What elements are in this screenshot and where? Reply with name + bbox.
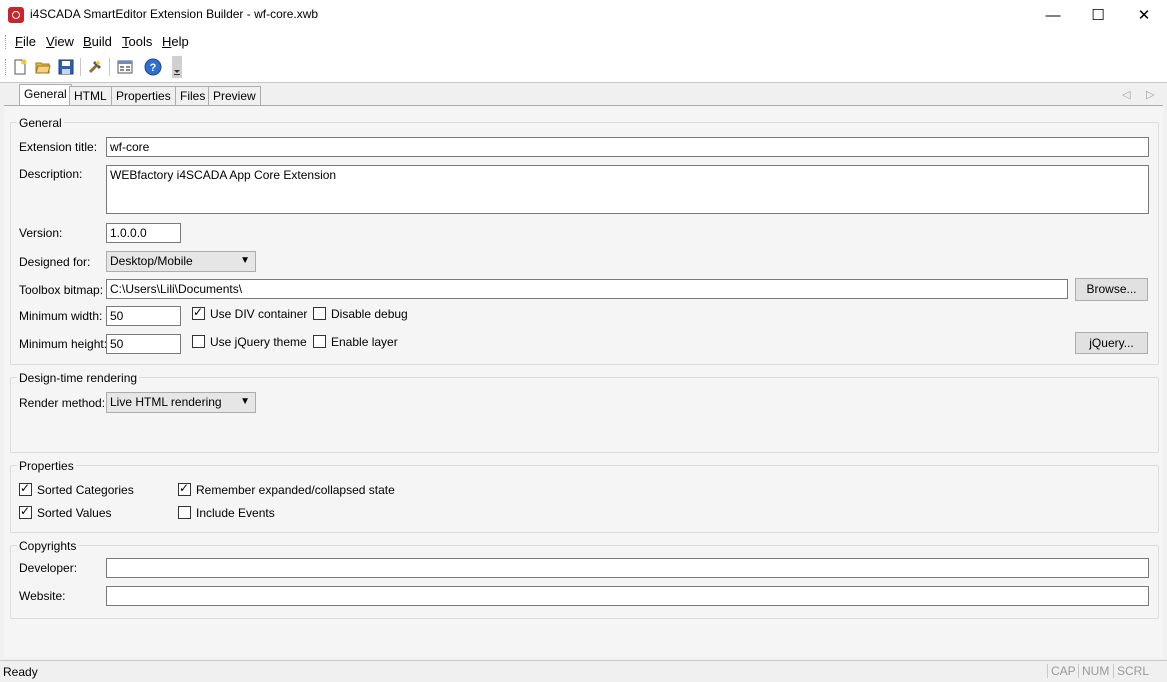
menu-tools[interactable]: Tools xyxy=(122,34,152,49)
design-time-group-title: Design-time rendering xyxy=(17,371,140,385)
overflow-icon[interactable] xyxy=(172,56,182,78)
status-text: Ready xyxy=(3,665,38,679)
extension-title-label: Extension title: xyxy=(19,140,98,154)
browse-button[interactable]: Browse... xyxy=(1075,278,1148,301)
enable-layer-checkbox[interactable] xyxy=(313,335,326,348)
remember-state-label: Remember expanded/collapsed state xyxy=(196,483,395,497)
tab-files[interactable]: Files xyxy=(175,86,211,105)
disable-debug-label: Disable debug xyxy=(331,307,408,321)
properties-group xyxy=(10,465,1159,533)
menu-grip xyxy=(5,35,8,49)
developer-label: Developer: xyxy=(19,561,78,575)
tab-scroll-left-icon[interactable]: ◁ xyxy=(1122,88,1130,101)
jquery-button[interactable]: jQuery... xyxy=(1075,332,1148,354)
new-file-icon[interactable] xyxy=(11,58,29,76)
designed-for-label: Designed for: xyxy=(19,255,91,269)
menu-file[interactable]: File xyxy=(15,34,36,49)
app-icon xyxy=(8,7,24,23)
extension-title-input[interactable] xyxy=(106,137,1149,157)
website-input[interactable] xyxy=(106,586,1149,606)
description-textarea[interactable]: WEBfactory i4SCADA App Core Extension xyxy=(106,165,1149,214)
menu-help[interactable]: Help xyxy=(162,34,189,49)
include-events-checkbox[interactable] xyxy=(178,506,191,519)
scrl-indicator: SCRL xyxy=(1113,664,1149,678)
help-icon[interactable]: ? xyxy=(144,58,162,76)
sorted-values-checkbox[interactable] xyxy=(19,504,32,519)
toolbar-grip xyxy=(5,59,8,75)
toolbar-separator xyxy=(109,58,110,76)
num-indicator: NUM xyxy=(1078,664,1109,678)
min-width-label: Minimum width: xyxy=(19,309,103,323)
designed-for-select[interactable]: Desktop/Mobile ▼ xyxy=(106,251,256,272)
toolbox-bitmap-label: Toolbox bitmap: xyxy=(19,283,104,297)
toolbox-bitmap-input[interactable] xyxy=(106,279,1068,299)
chevron-down-icon: ▼ xyxy=(240,396,250,407)
close-button[interactable]: ✕ xyxy=(1121,0,1167,30)
tab-properties[interactable]: Properties xyxy=(111,86,176,105)
use-jquery-theme-label: Use jQuery theme xyxy=(210,335,307,349)
enable-layer-label: Enable layer xyxy=(331,335,398,349)
remember-state-checkbox[interactable] xyxy=(178,481,191,496)
cap-indicator: CAP xyxy=(1047,664,1076,678)
menu-view[interactable]: View xyxy=(46,34,74,49)
minimize-button[interactable]: — xyxy=(1030,0,1076,30)
toolbar-separator xyxy=(80,58,81,76)
use-div-label: Use DIV container xyxy=(210,307,308,321)
sorted-values-label: Sorted Values xyxy=(37,506,112,520)
disable-debug-checkbox[interactable] xyxy=(313,307,326,320)
version-input[interactable] xyxy=(106,223,181,243)
use-jquery-theme-checkbox[interactable] xyxy=(192,335,205,348)
tab-scroll-right-icon[interactable]: ▷ xyxy=(1146,88,1154,101)
version-label: Version: xyxy=(19,226,63,240)
render-method-value: Live HTML rendering xyxy=(110,395,222,409)
window-title: i4SCADA SmartEditor Extension Builder - … xyxy=(30,7,319,21)
general-group-title: General xyxy=(17,116,64,130)
min-height-input[interactable] xyxy=(106,334,181,354)
use-div-checkbox[interactable] xyxy=(192,305,205,320)
chevron-down-icon: ▼ xyxy=(240,255,250,266)
open-folder-icon[interactable] xyxy=(34,58,52,76)
copyrights-group-title: Copyrights xyxy=(17,539,79,553)
svg-text:?: ? xyxy=(150,62,157,74)
description-label: Description: xyxy=(19,167,83,181)
tab-general[interactable]: General xyxy=(19,84,72,106)
designed-for-value: Desktop/Mobile xyxy=(110,254,193,268)
tab-html[interactable]: HTML xyxy=(69,86,112,105)
status-bar xyxy=(0,660,1167,682)
copyrights-group xyxy=(10,545,1159,619)
website-label: Website: xyxy=(19,589,66,603)
min-width-input[interactable] xyxy=(106,306,181,326)
properties-group-title: Properties xyxy=(17,459,76,473)
save-icon[interactable] xyxy=(57,58,75,76)
render-method-select[interactable]: Live HTML rendering ▼ xyxy=(106,392,256,413)
menu-build[interactable]: Build xyxy=(83,34,112,49)
sorted-categories-checkbox[interactable] xyxy=(19,481,32,496)
general-group xyxy=(10,122,1159,365)
include-events-label: Include Events xyxy=(196,506,275,520)
developer-input[interactable] xyxy=(106,558,1149,578)
options-icon[interactable] xyxy=(116,58,134,76)
sorted-categories-label: Sorted Categories xyxy=(37,483,134,497)
design-time-group xyxy=(10,377,1159,453)
min-height-label: Minimum height: xyxy=(19,337,108,351)
build-icon[interactable] xyxy=(86,58,104,76)
tab-preview[interactable]: Preview xyxy=(208,86,261,105)
maximize-button[interactable]: ☐ xyxy=(1075,0,1121,30)
render-method-label: Render method: xyxy=(19,396,106,410)
